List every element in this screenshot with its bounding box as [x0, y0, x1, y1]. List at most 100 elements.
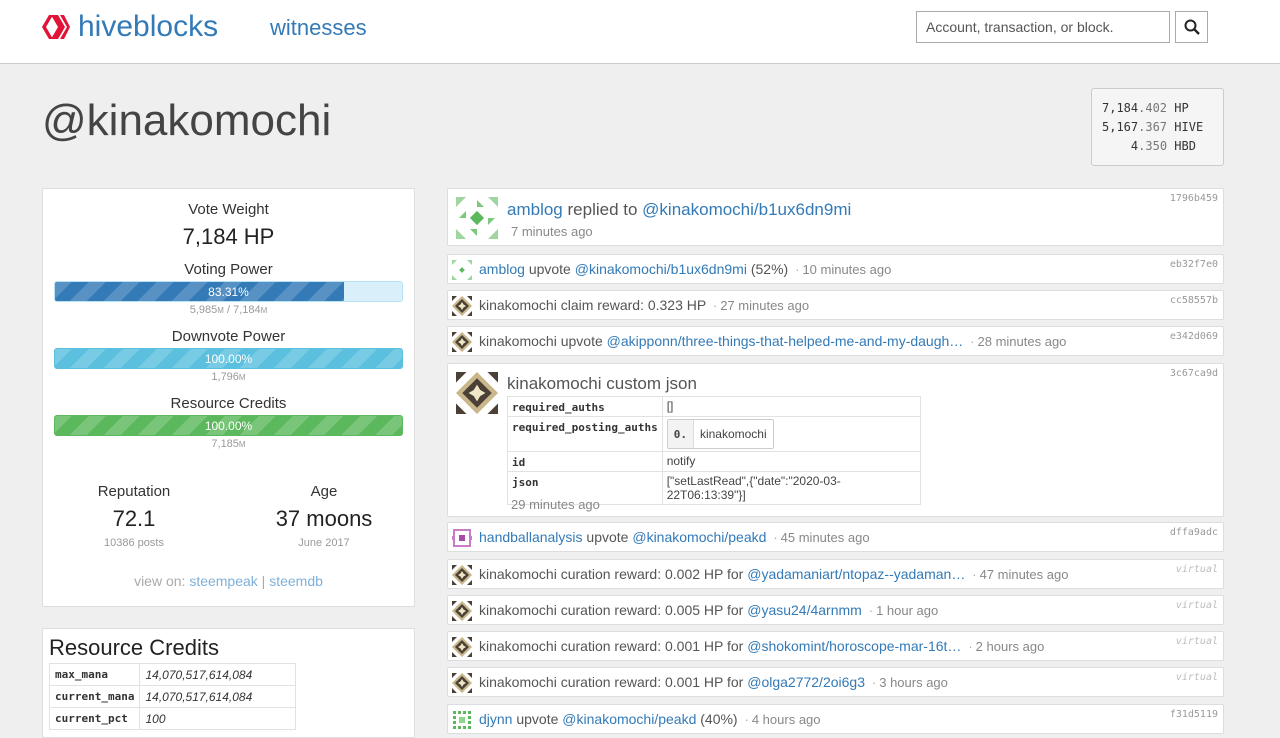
op-time: 27 minutes ago	[720, 298, 810, 313]
downvote-power-bar: 100.00%	[54, 348, 403, 369]
navbar: hiveblocks witnesses	[0, 0, 1280, 64]
rc-table: max_mana 14,070,517,614,084 current_mana 1…	[48, 663, 296, 730]
tx-hash-link[interactable]: f31d5119	[1170, 709, 1218, 720]
rc-panel: Resource Credits max_mana 14,070,517,614,…	[42, 628, 415, 738]
op-line: kinakomochi curation reward: 0.002 HP fo…	[479, 566, 1069, 582]
kinakomochi-avatar[interactable]	[452, 332, 472, 352]
permlink-link[interactable]: @yasu24/4arnmm	[747, 602, 862, 618]
author-link[interactable]: handballanalysis	[479, 529, 583, 545]
kinakomochi-avatar[interactable]	[452, 565, 472, 585]
kinakomochi-avatar[interactable]	[456, 372, 498, 414]
steemdb-link[interactable]: steemdb	[269, 573, 323, 589]
table-row: max_mana 14,070,517,614,084	[48, 663, 296, 686]
resource-credits-pct: 100.00%	[204, 419, 253, 433]
voting-power-bar: 83.31%	[54, 281, 403, 302]
op-upvote: kinakomochi upvote @akipponn/three-thing…	[447, 326, 1224, 356]
op-line: handballanalysis upvote @kinakomochi/pea…	[479, 529, 870, 545]
voting-power-sub: 5,985M / 7,184M	[189, 304, 268, 316]
permlink-link[interactable]: @olga2772/2oi6g3	[747, 674, 865, 690]
brand-link[interactable]: hiveblocks	[42, 10, 218, 44]
resource-credits-label: Resource Credits	[170, 395, 287, 412]
view-on: view on: steempeak | steemdb	[134, 573, 323, 589]
tx-hash-link[interactable]: cc58557b	[1170, 295, 1218, 306]
op-line: kinakomochi curation reward: 0.001 HP fo…	[479, 674, 948, 690]
op-line: djynn upvote @kinakomochi/peakd (40%) · 4…	[479, 711, 821, 727]
balance-hbd: 4.350 HBD	[1130, 139, 1196, 153]
op-curation-reward: kinakomochi curation reward: 0.002 HP fo…	[447, 559, 1224, 589]
reputation-value: 72.1	[112, 506, 156, 531]
tx-hash-link[interactable]: 3c67ca9d	[1170, 368, 1218, 379]
permlink-link[interactable]: @kinakomochi/peakd	[632, 529, 766, 545]
rc-title: Resource Credits	[49, 635, 219, 660]
author-link[interactable]: amblog	[479, 261, 525, 277]
op-time: 28 minutes ago	[977, 334, 1067, 349]
op-line: kinakomochi upvote @akipponn/three-thing…	[479, 333, 1067, 349]
op-time: 10 minutes ago	[802, 262, 892, 277]
op-curation-reward: kinakomochi curation reward: 0.005 HP fo…	[447, 595, 1224, 625]
steempeak-link[interactable]: steempeak	[189, 573, 257, 589]
power-panel: Vote Weight 7,184 HP Voting Power 83.31%…	[42, 188, 415, 607]
op-custom-json-line: kinakomochi custom json	[507, 374, 697, 393]
op-time: 7 minutes ago	[511, 224, 593, 239]
age-since: June 2017	[298, 537, 350, 549]
tx-hash-link[interactable]: e342d069	[1170, 331, 1218, 342]
brand-name: hiveblocks	[78, 10, 219, 43]
amblog-avatar[interactable]	[456, 197, 498, 239]
age-stat: Age 37 moons June 2017	[233, 483, 415, 549]
vote-weight-value: 7,184 HP	[182, 224, 275, 249]
hive-logo-icon	[42, 15, 70, 39]
handballanalysis-avatar[interactable]	[452, 528, 472, 548]
kinakomochi-avatar[interactable]	[452, 673, 472, 693]
posting-auths-array: 0. kinakomochi	[666, 419, 774, 449]
nav-witnesses-link[interactable]: witnesses	[270, 15, 367, 41]
age-value: 37 moons	[275, 506, 373, 531]
kinakomochi-avatar[interactable]	[452, 296, 472, 316]
vote-weight-label: Vote Weight	[188, 201, 269, 218]
tx-hash-link[interactable]: eb32f7e0	[1170, 259, 1218, 270]
reputation-label: Reputation	[97, 483, 171, 500]
age-label: Age	[310, 483, 338, 500]
op-time: 47 minutes ago	[979, 567, 1069, 582]
search-button[interactable]	[1175, 11, 1208, 43]
op-time: 3 hours ago	[879, 675, 948, 690]
op-custom-json: kinakomochi custom json required_auths […	[447, 363, 1224, 517]
permlink-link[interactable]: @yadamaniart/ntopaz--yadaman…	[747, 566, 965, 582]
op-reply-line: amblog replied to @kinakomochi/b1ux6dn9m…	[507, 200, 852, 219]
permlink-link[interactable]: @kinakomochi/b1ux6dn9mi	[575, 261, 747, 277]
op-reply: amblog replied to @kinakomochi/b1ux6dn9m…	[447, 188, 1224, 246]
amblog-avatar[interactable]	[452, 260, 472, 280]
op-time: 45 minutes ago	[780, 530, 870, 545]
permlink-link[interactable]: @shokomint/horoscope-mar-16t…	[747, 638, 961, 654]
op-line: kinakomochi curation reward: 0.005 HP fo…	[479, 602, 939, 618]
author-link[interactable]: djynn	[479, 711, 512, 727]
op-curation-reward: kinakomochi curation reward: 0.001 HP fo…	[447, 667, 1224, 697]
table-row: current_pct 100	[48, 707, 296, 730]
resource-credits-sub: 7,185M	[211, 438, 246, 450]
reputation-posts: 10386 posts	[104, 537, 164, 549]
op-line: amblog upvote @kinakomochi/b1ux6dn9mi (5…	[479, 261, 892, 277]
search-icon	[1184, 19, 1200, 35]
op-claim-reward: kinakomochi claim reward: 0.323 HP · 27 m…	[447, 290, 1224, 320]
permlink-link[interactable]: @akipponn/three-things-that-helped-me-an…	[607, 333, 964, 349]
search-input[interactable]	[916, 11, 1170, 43]
tx-hash-link[interactable]: dffa9adc	[1170, 527, 1218, 538]
custom-json-table: required_auths [] required_posting_auths…	[507, 396, 921, 505]
voting-power-label: Voting Power	[184, 261, 273, 278]
kinakomochi-avatar[interactable]	[452, 601, 472, 621]
virtual-op-label: virtual	[1175, 636, 1218, 647]
table-row: current_mana 14,070,517,614,084	[48, 685, 296, 708]
tx-hash-link[interactable]: 1796b459	[1170, 193, 1218, 204]
kinakomochi-avatar[interactable]	[452, 637, 472, 657]
downvote-power-label: Downvote Power	[171, 328, 286, 345]
virtual-op-label: virtual	[1175, 600, 1218, 611]
reputation-stat: Reputation 72.1 10386 posts	[43, 483, 225, 549]
op-line: kinakomochi curation reward: 0.001 HP fo…	[479, 638, 1045, 654]
op-time: 2 hours ago	[975, 639, 1045, 654]
op-upvote: amblog upvote @kinakomochi/b1ux6dn9mi (5…	[447, 254, 1224, 284]
author-link[interactable]: amblog	[507, 200, 563, 219]
djynn-avatar[interactable]	[452, 710, 472, 730]
permlink-link[interactable]: @kinakomochi/b1ux6dn9mi	[642, 200, 851, 219]
permlink-link[interactable]: @kinakomochi/peakd	[562, 711, 696, 727]
op-line: kinakomochi claim reward: 0.323 HP · 27 m…	[479, 297, 810, 313]
downvote-power-pct: 100.00%	[204, 352, 253, 366]
